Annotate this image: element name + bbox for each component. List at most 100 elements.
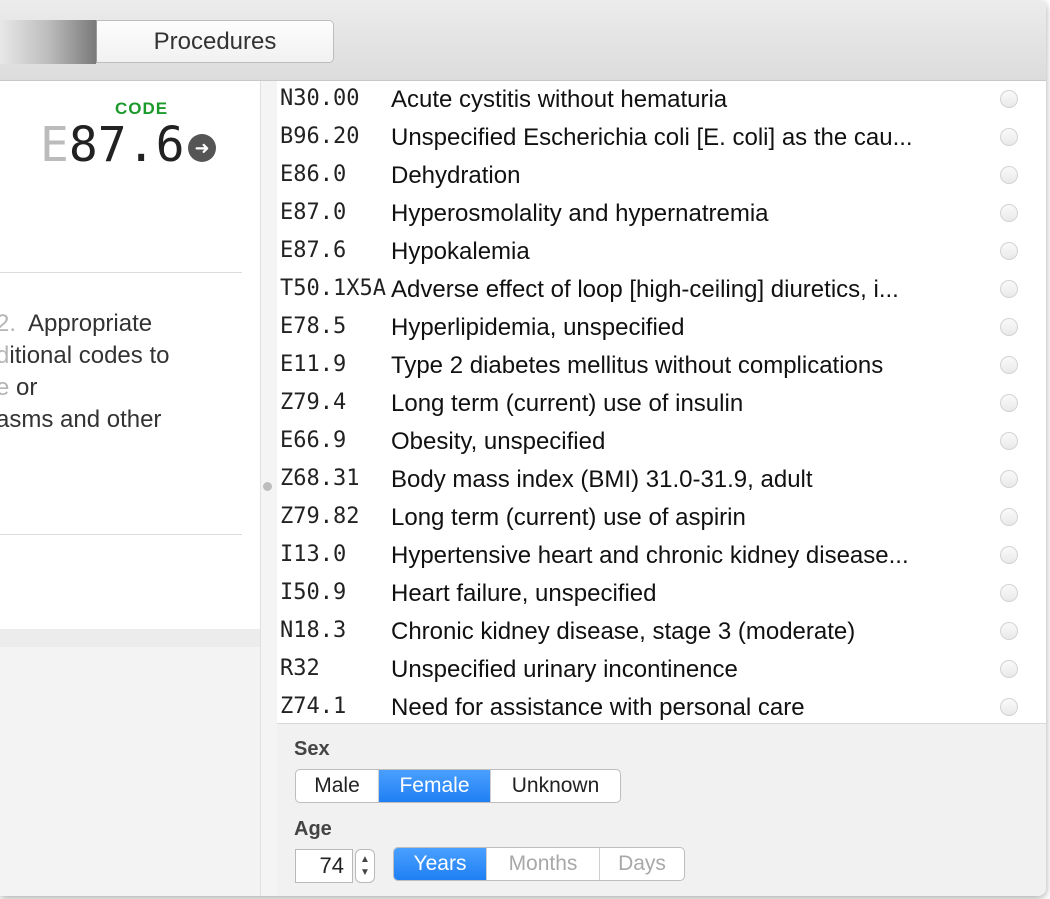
row-description: Need for assistance with personal care [391,694,805,721]
row-code: E86.0 [280,162,347,187]
code-prefix: E [40,117,69,173]
note-line-fade: d [0,342,10,369]
note-line: e or [0,372,256,404]
code-row[interactable]: E11.9 Type 2 diabetes mellitus without co… [277,347,1046,385]
code-row[interactable]: Z68.31 Body mass index (BMI) 31.0-31.9, a… [277,461,1046,499]
age-unit-years[interactable]: Years [394,848,487,880]
row-description: Long term (current) use of aspirin [391,504,746,531]
demographics-panel: Sex Male Female Unknown Age 74 ▲ ▼ Years Mo… [277,723,1046,896]
age-unit-days[interactable]: Days [600,848,684,880]
row-description: Adverse effect of loop [high-ceiling] di… [391,276,899,303]
row-code: E87.0 [280,200,347,225]
row-select-radio[interactable] [1000,508,1018,526]
code-detail-pane: CODE E87.6 ➜ 2. Appropriate ditional code… [0,81,260,896]
row-code: T50.1X5A [280,276,386,301]
row-code: E11.9 [280,352,347,377]
row-description: Obesity, unspecified [391,428,606,455]
note-line-fade: e [0,374,10,401]
row-select-radio[interactable] [1000,622,1018,640]
code-row[interactable]: E87.6 Hypokalemia [277,233,1046,271]
arrow-right-circle-icon[interactable]: ➜ [188,134,216,162]
row-select-radio[interactable] [1000,432,1018,450]
row-description: Type 2 diabetes mellitus without complic… [391,352,884,379]
row-select-radio[interactable] [1000,356,1018,374]
row-code: N18.3 [280,618,347,643]
row-description: Unspecified urinary incontinence [391,656,738,683]
note-line: asms and other [0,404,256,436]
code-row[interactable]: Z79.82 Long term (current) use of aspirin [277,499,1046,537]
code-row[interactable]: B96.20 Unspecified Escherichia coli [E. c… [277,119,1046,157]
age-stepper[interactable]: ▲ ▼ [355,849,375,883]
code-row[interactable]: N18.3 Chronic kidney disease, stage 3 (mo… [277,613,1046,651]
row-description: Hyperlipidemia, unspecified [391,314,685,341]
row-select-radio[interactable] [1000,166,1018,184]
code-row[interactable]: I50.9 Heart failure, unspecified [277,575,1046,613]
row-code: Z74.1 [280,694,347,719]
row-select-radio[interactable] [1000,584,1018,602]
row-select-radio[interactable] [1000,394,1018,412]
splitter-handle[interactable] [263,482,272,491]
age-input[interactable]: 74 [295,849,353,883]
row-select-radio[interactable] [1000,318,1018,336]
left-pane-footer [0,629,260,896]
row-select-radio[interactable] [1000,546,1018,564]
row-description: Unspecified Escherichia coli [E. coli] a… [391,124,913,151]
note-line-text: asms and other [0,406,162,433]
note-line: ditional codes to [0,340,256,372]
row-select-radio[interactable] [1000,280,1018,298]
note-line-text: itional codes to [9,342,170,369]
sex-option-unknown[interactable]: Unknown [491,770,620,802]
row-select-radio[interactable] [1000,242,1018,260]
row-code: E87.6 [280,238,347,263]
row-code: I13.0 [280,542,347,567]
code-value: E87.6 [40,117,185,173]
row-select-radio[interactable] [1000,204,1018,222]
code-row[interactable]: T50.1X5A Adverse effect of loop [high-cei… [277,271,1046,309]
row-select-radio[interactable] [1000,660,1018,678]
note-line-text: Appropriate [16,310,153,337]
row-code: Z68.31 [280,466,360,491]
tab-procedures[interactable]: Procedures [96,20,334,63]
code-row[interactable]: R32 Unspecified urinary incontinence [277,651,1046,689]
sex-option-female[interactable]: Female [379,770,491,802]
code-row[interactable]: E87.0 Hyperosmolality and hypernatremia [277,195,1046,233]
code-row[interactable]: Z79.4 Long term (current) use of insulin [277,385,1046,423]
code-row[interactable]: Z74.1 Need for assistance with personal c… [277,689,1046,723]
code-row[interactable]: E78.5 Hyperlipidemia, unspecified [277,309,1046,347]
code-rest: 87.6 [68,117,185,173]
row-select-radio[interactable] [1000,90,1018,108]
divider [0,534,242,535]
age-unit-segmented-control: Years Months Days [393,847,685,881]
toolbar: Procedures [0,0,1046,81]
row-description: Chronic kidney disease, stage 3 (moderat… [391,618,856,645]
app-window: Procedures CODE E87.6 ➜ 2. Appropriate di… [0,0,1046,896]
code-row[interactable]: I13.0 Hypertensive heart and chronic kidn… [277,537,1046,575]
row-code: I50.9 [280,580,347,605]
sex-option-male[interactable]: Male [296,770,379,802]
note-line-fade: 2. [0,310,17,337]
chevron-down-icon[interactable]: ▼ [360,866,370,879]
code-row[interactable]: N30.00 Acute cystitis without hematuria [277,81,1046,119]
age-label: Age [294,818,332,840]
code-row[interactable]: E86.0 Dehydration [277,157,1046,195]
row-code: R32 [280,656,320,681]
row-code: B96.20 [280,124,360,149]
row-select-radio[interactable] [1000,698,1018,716]
row-description: Hypokalemia [391,238,530,265]
tab-previous[interactable] [0,20,96,64]
age-unit-months[interactable]: Months [487,848,600,880]
code-list: N30.00 Acute cystitis without hematuria B9… [277,81,1046,723]
row-description: Body mass index (BMI) 31.0-31.9, adult [391,466,813,493]
row-description: Acute cystitis without hematuria [391,86,728,113]
row-description: Dehydration [391,162,521,189]
row-select-radio[interactable] [1000,128,1018,146]
note-line: 2. Appropriate [0,308,256,340]
row-code: Z79.4 [280,390,347,415]
sex-segmented-control: Male Female Unknown [295,769,621,803]
row-code: E78.5 [280,314,347,339]
row-select-radio[interactable] [1000,470,1018,488]
code-row[interactable]: E66.9 Obesity, unspecified [277,423,1046,461]
row-description: Long term (current) use of insulin [391,390,744,417]
chevron-up-icon[interactable]: ▲ [360,853,370,866]
code-note: 2. Appropriate ditional codes to e or asms … [0,308,256,436]
